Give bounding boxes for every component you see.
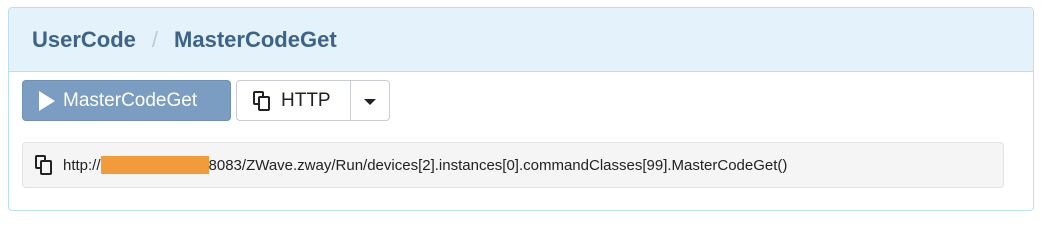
url-suffix: 8083/ZWave.zway/Run/devices[2].instances… <box>208 156 788 174</box>
redacted-host <box>100 156 209 174</box>
play-icon <box>39 90 55 111</box>
http-button-group: HTTP <box>236 80 390 121</box>
command-url[interactable]: http:// 8083/ZWave.zway/Run/devices[2].i… <box>63 156 787 174</box>
http-copy-button[interactable]: HTTP <box>236 80 351 121</box>
caret-down-icon <box>364 98 376 105</box>
run-command-label: MasterCodeGet <box>63 89 198 111</box>
command-url-box: http:// 8083/ZWave.zway/Run/devices[2].i… <box>22 142 1004 188</box>
http-button-label: HTTP <box>281 89 331 111</box>
http-dropdown-toggle[interactable] <box>351 80 390 121</box>
copy-url-icon[interactable] <box>35 155 53 175</box>
breadcrumb-item-mastercodeget: MasterCodeGet <box>174 26 337 52</box>
breadcrumb-separator: / <box>151 26 159 52</box>
copy-icon <box>253 90 271 111</box>
breadcrumb-item-usercode[interactable]: UserCode <box>32 27 136 53</box>
command-toolbar: MasterCodeGet HTTP <box>22 80 390 121</box>
breadcrumb: UserCode / MasterCodeGet <box>9 8 1033 72</box>
url-prefix: http:// <box>63 156 101 174</box>
run-command-button[interactable]: MasterCodeGet <box>22 80 231 121</box>
